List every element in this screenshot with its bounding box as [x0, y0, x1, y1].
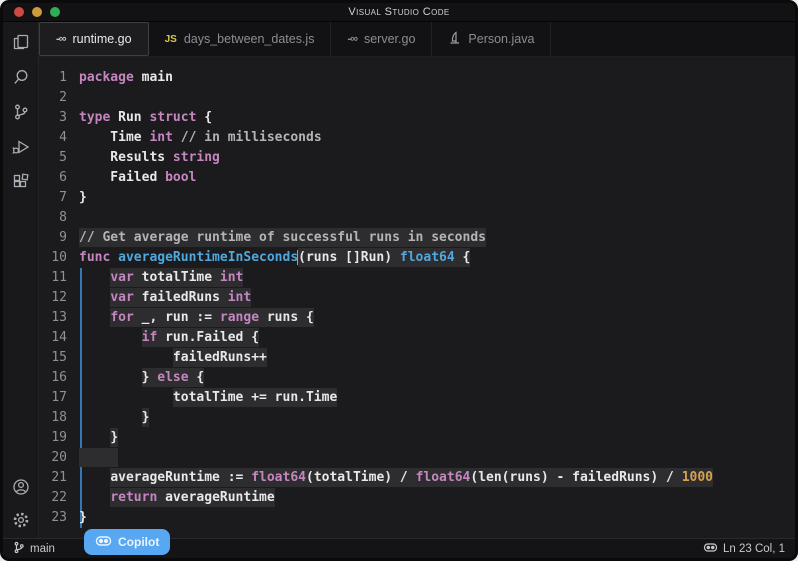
copilot-status-icon	[703, 541, 718, 557]
cursor-position: Ln 23 Col, 1	[723, 543, 785, 555]
go-file-icon: -∞	[56, 33, 66, 45]
copilot-label: Copilot	[118, 535, 159, 549]
code-editor[interactable]: 1package main23type Run struct {4 Time i…	[39, 57, 795, 538]
code-line[interactable]: 8	[39, 208, 795, 228]
line-number: 18	[39, 408, 79, 428]
line-number: 4	[39, 128, 79, 148]
code-line[interactable]: 17 totalTime += run.Time	[39, 388, 795, 408]
copilot-badge[interactable]: Copilot	[84, 529, 170, 555]
go-file-icon: -∞	[347, 33, 357, 45]
code-line[interactable]: 2	[39, 88, 795, 108]
minimize-window-button[interactable]	[32, 7, 42, 17]
code-line[interactable]: 19 }	[39, 428, 795, 448]
line-number: 9	[39, 228, 79, 248]
line-number: 14	[39, 328, 79, 348]
cursor-position-indicator[interactable]: Ln 23 Col, 1	[703, 541, 785, 557]
search-icon[interactable]	[9, 65, 33, 89]
line-number: 6	[39, 168, 79, 188]
code-line[interactable]: 12 var failedRuns int	[39, 288, 795, 308]
code-line[interactable]: 4 Time int // in milliseconds	[39, 128, 795, 148]
title-bar: Visual Studio Code	[3, 3, 795, 22]
tab-runtime-go[interactable]: -∞ runtime.go	[39, 22, 149, 56]
code-line[interactable]: 14 if run.Failed {	[39, 328, 795, 348]
tab-server-go[interactable]: -∞ server.go	[331, 22, 432, 56]
java-file-icon	[448, 31, 461, 48]
activity-bar	[3, 22, 39, 538]
tab-label: days_between_dates.js	[184, 32, 315, 46]
line-number: 5	[39, 148, 79, 168]
code-line[interactable]: 1package main	[39, 68, 795, 88]
line-number: 8	[39, 208, 79, 228]
close-window-button[interactable]	[14, 7, 24, 17]
tab-label: runtime.go	[73, 32, 132, 46]
vscode-window: Visual Studio Code	[0, 0, 798, 561]
tab-label: Person.java	[468, 32, 534, 46]
code-line[interactable]: 20	[39, 448, 795, 468]
files-explorer-icon[interactable]	[9, 30, 33, 54]
settings-gear-icon[interactable]	[9, 508, 33, 532]
line-number: 21	[39, 468, 79, 488]
tab-bar: -∞ runtime.go JS days_between_dates.js -…	[39, 22, 795, 57]
javascript-file-icon: JS	[165, 34, 177, 45]
copilot-icon	[95, 534, 112, 551]
line-number: 20	[39, 448, 79, 468]
line-number: 16	[39, 368, 79, 388]
line-number: 12	[39, 288, 79, 308]
code-line[interactable]: 3type Run struct {	[39, 108, 795, 128]
code-line[interactable]: 13 for _, run := range runs {	[39, 308, 795, 328]
code-line[interactable]: 11 var totalTime int	[39, 268, 795, 288]
code-line[interactable]: 18 }	[39, 408, 795, 428]
code-line[interactable]: 5 Results string	[39, 148, 795, 168]
code-line[interactable]: 15 failedRuns++	[39, 348, 795, 368]
account-icon[interactable]	[9, 475, 33, 499]
line-number: 2	[39, 88, 79, 108]
code-line[interactable]: 9// Get average runtime of successful ru…	[39, 228, 795, 248]
tab-label: server.go	[364, 32, 415, 46]
code-line[interactable]: 16 } else {	[39, 368, 795, 388]
tab-days-between-dates-js[interactable]: JS days_between_dates.js	[149, 22, 332, 56]
line-number: 19	[39, 428, 79, 448]
traffic-lights	[14, 3, 60, 21]
code-line[interactable]: 7}	[39, 188, 795, 208]
line-number: 7	[39, 188, 79, 208]
branch-name: main	[30, 543, 55, 555]
window-title: Visual Studio Code	[348, 6, 449, 18]
line-number: 1	[39, 68, 79, 88]
code-line[interactable]: 21 averageRuntime := float64(totalTime) …	[39, 468, 795, 488]
line-number: 13	[39, 308, 79, 328]
git-branch-indicator[interactable]: main	[13, 541, 55, 557]
extensions-icon[interactable]	[9, 170, 33, 194]
code-line[interactable]: 6 Failed bool	[39, 168, 795, 188]
line-number: 23	[39, 508, 79, 528]
line-number: 10	[39, 248, 79, 268]
tab-person-java[interactable]: Person.java	[432, 22, 551, 56]
line-number: 17	[39, 388, 79, 408]
line-number: 11	[39, 268, 79, 288]
code-line[interactable]: 22 return averageRuntime	[39, 488, 795, 508]
code-lines: 1package main23type Run struct {4 Time i…	[39, 68, 795, 528]
maximize-window-button[interactable]	[50, 7, 60, 17]
line-number: 3	[39, 108, 79, 128]
line-number: 22	[39, 488, 79, 508]
git-branch-icon	[13, 541, 25, 557]
code-line[interactable]: 10func averageRuntimeInSeconds(runs []Ru…	[39, 248, 795, 268]
run-and-debug-icon[interactable]	[9, 135, 33, 159]
source-control-icon[interactable]	[9, 100, 33, 124]
line-number: 15	[39, 348, 79, 368]
code-line[interactable]: 23}	[39, 508, 795, 528]
